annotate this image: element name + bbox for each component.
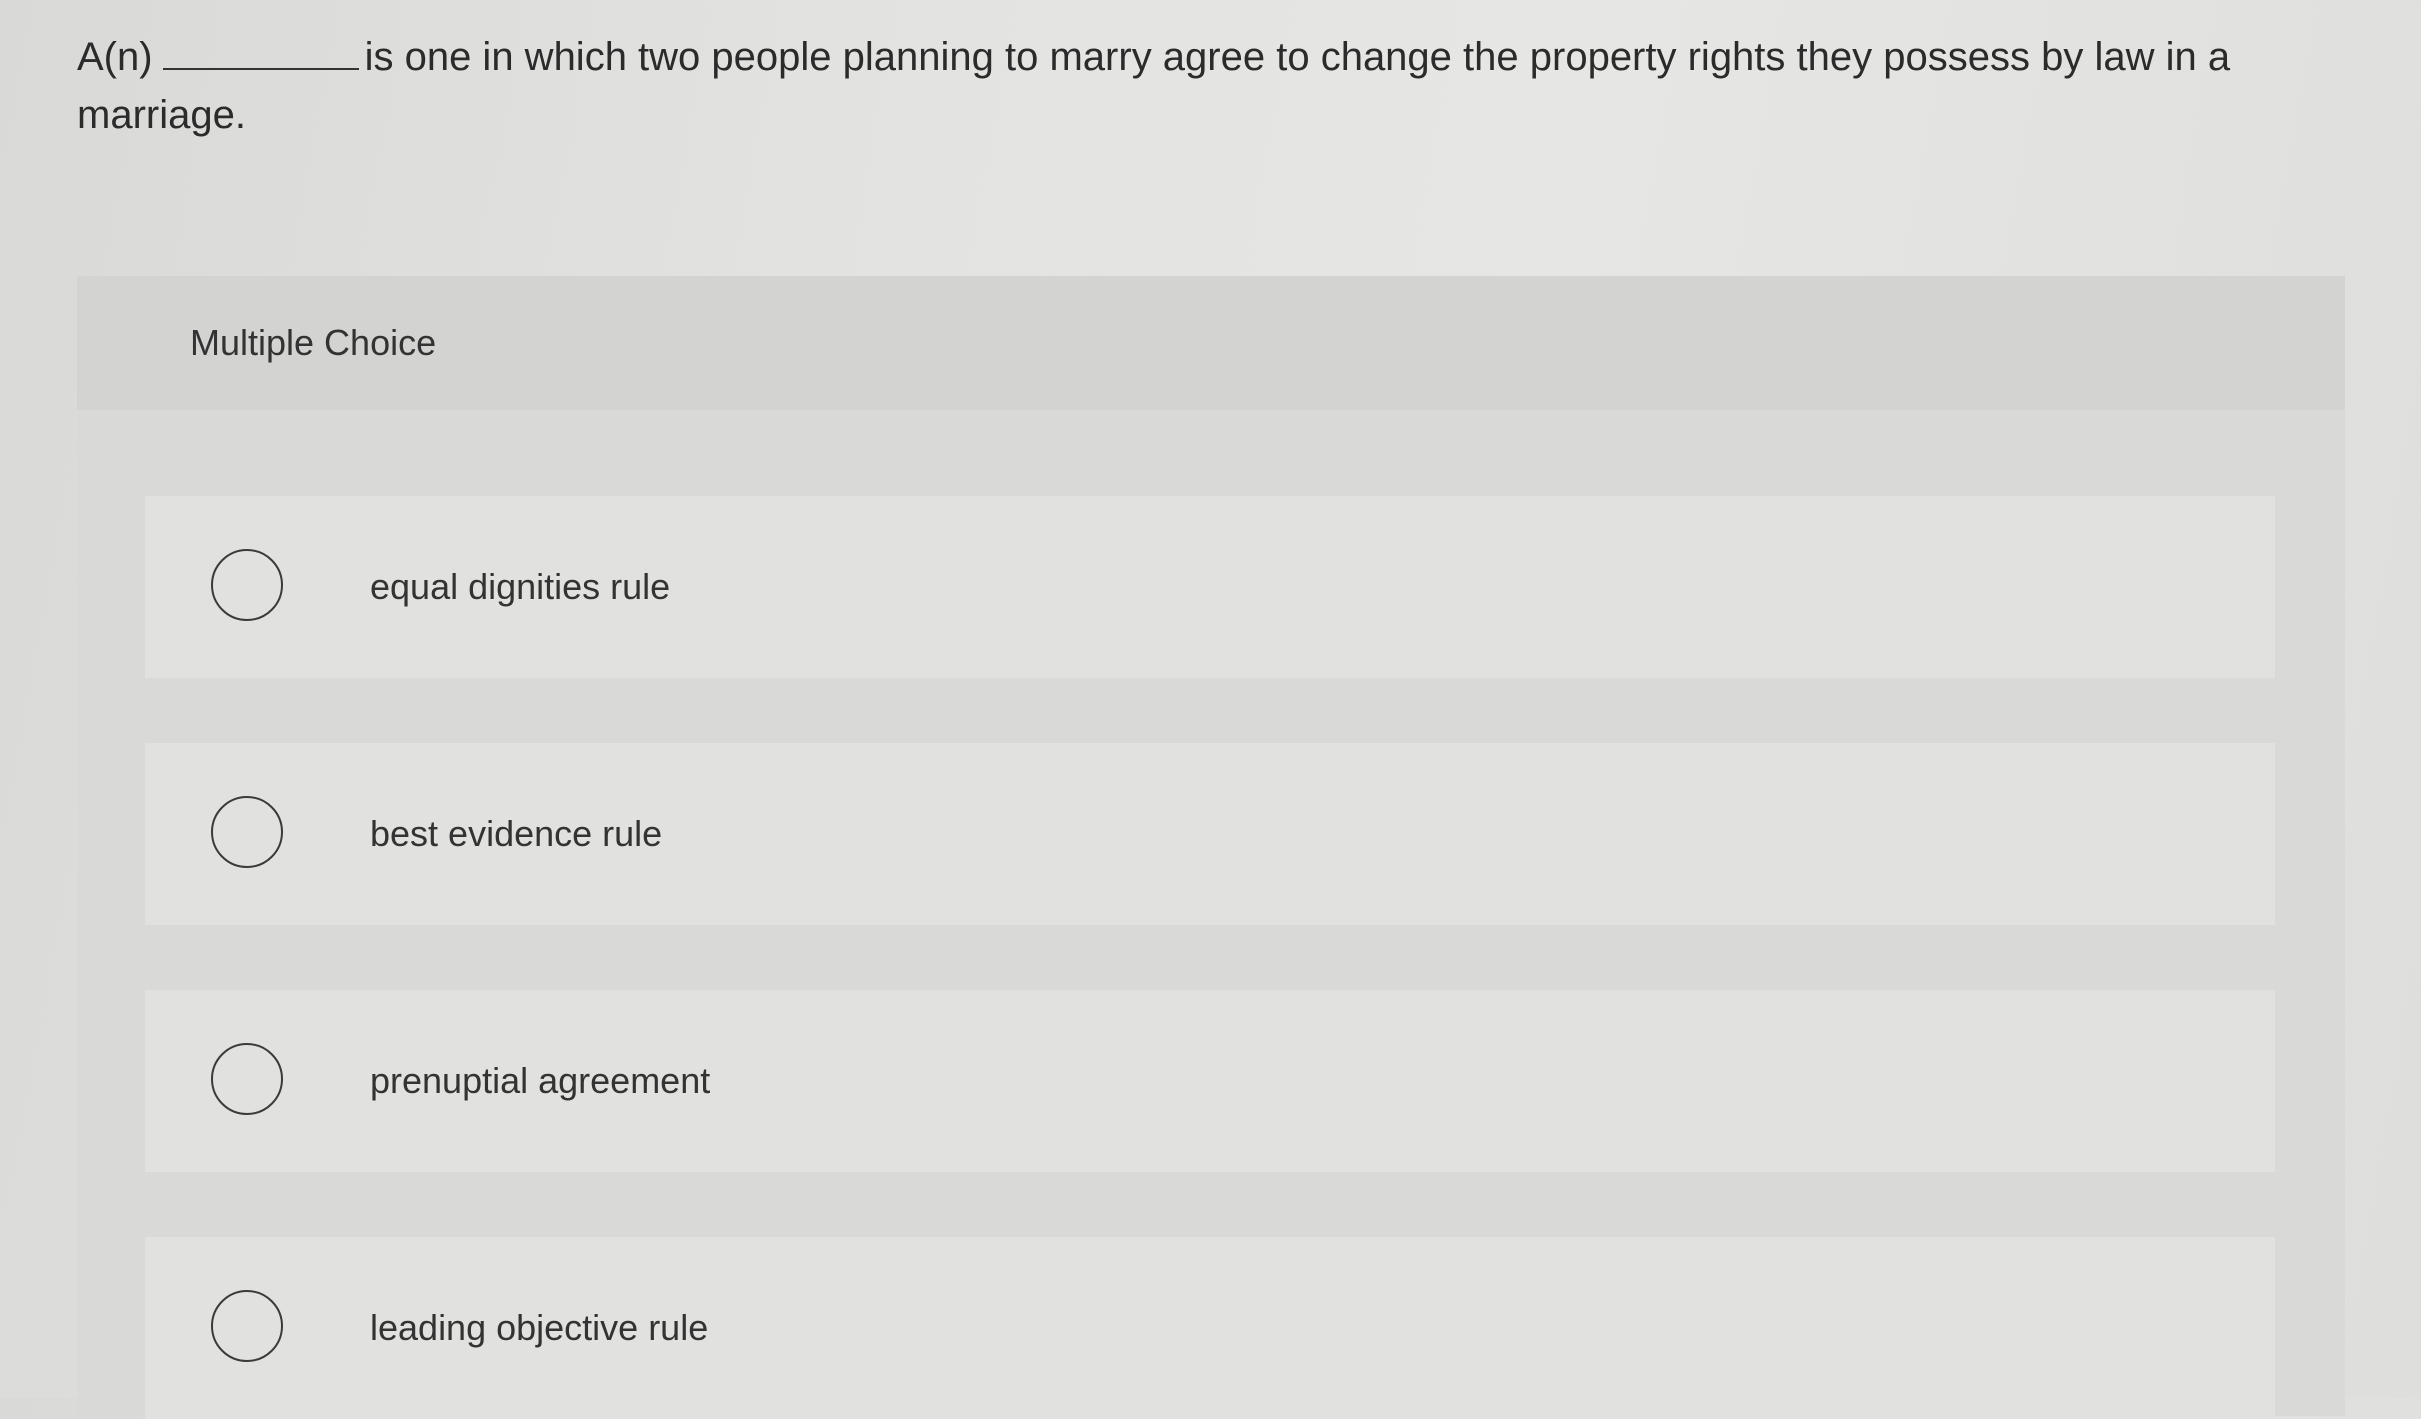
radio-button[interactable]	[211, 1290, 283, 1362]
option-leading-objective-rule[interactable]: leading objective rule	[145, 1237, 2275, 1419]
panel-title: Multiple Choice	[190, 322, 437, 363]
radio-button[interactable]	[211, 549, 283, 621]
answer-blank	[162, 38, 359, 70]
multiple-choice-panel: Multiple Choice equal dignities rule bes…	[77, 276, 2345, 1419]
radio-button[interactable]	[211, 1043, 283, 1115]
options-list: equal dignities rule best evidence rule …	[77, 410, 2345, 1419]
option-prenuptial-agreement[interactable]: prenuptial agreement	[145, 990, 2275, 1172]
option-label: prenuptial agreement	[370, 1060, 711, 1101]
question-body: is one in which two people planning to m…	[77, 35, 2231, 137]
option-label: best evidence rule	[370, 813, 663, 854]
option-best-evidence-rule[interactable]: best evidence rule	[145, 743, 2275, 925]
panel-header: Multiple Choice	[77, 276, 2345, 410]
option-label: equal dignities rule	[370, 566, 671, 607]
option-label: leading objective rule	[370, 1307, 709, 1348]
radio-button[interactable]	[211, 796, 283, 868]
question-prefix: A(n)	[77, 35, 153, 79]
option-equal-dignities-rule[interactable]: equal dignities rule	[145, 496, 2275, 678]
question-text: A(n) is one in which two people planning …	[77, 28, 2377, 144]
